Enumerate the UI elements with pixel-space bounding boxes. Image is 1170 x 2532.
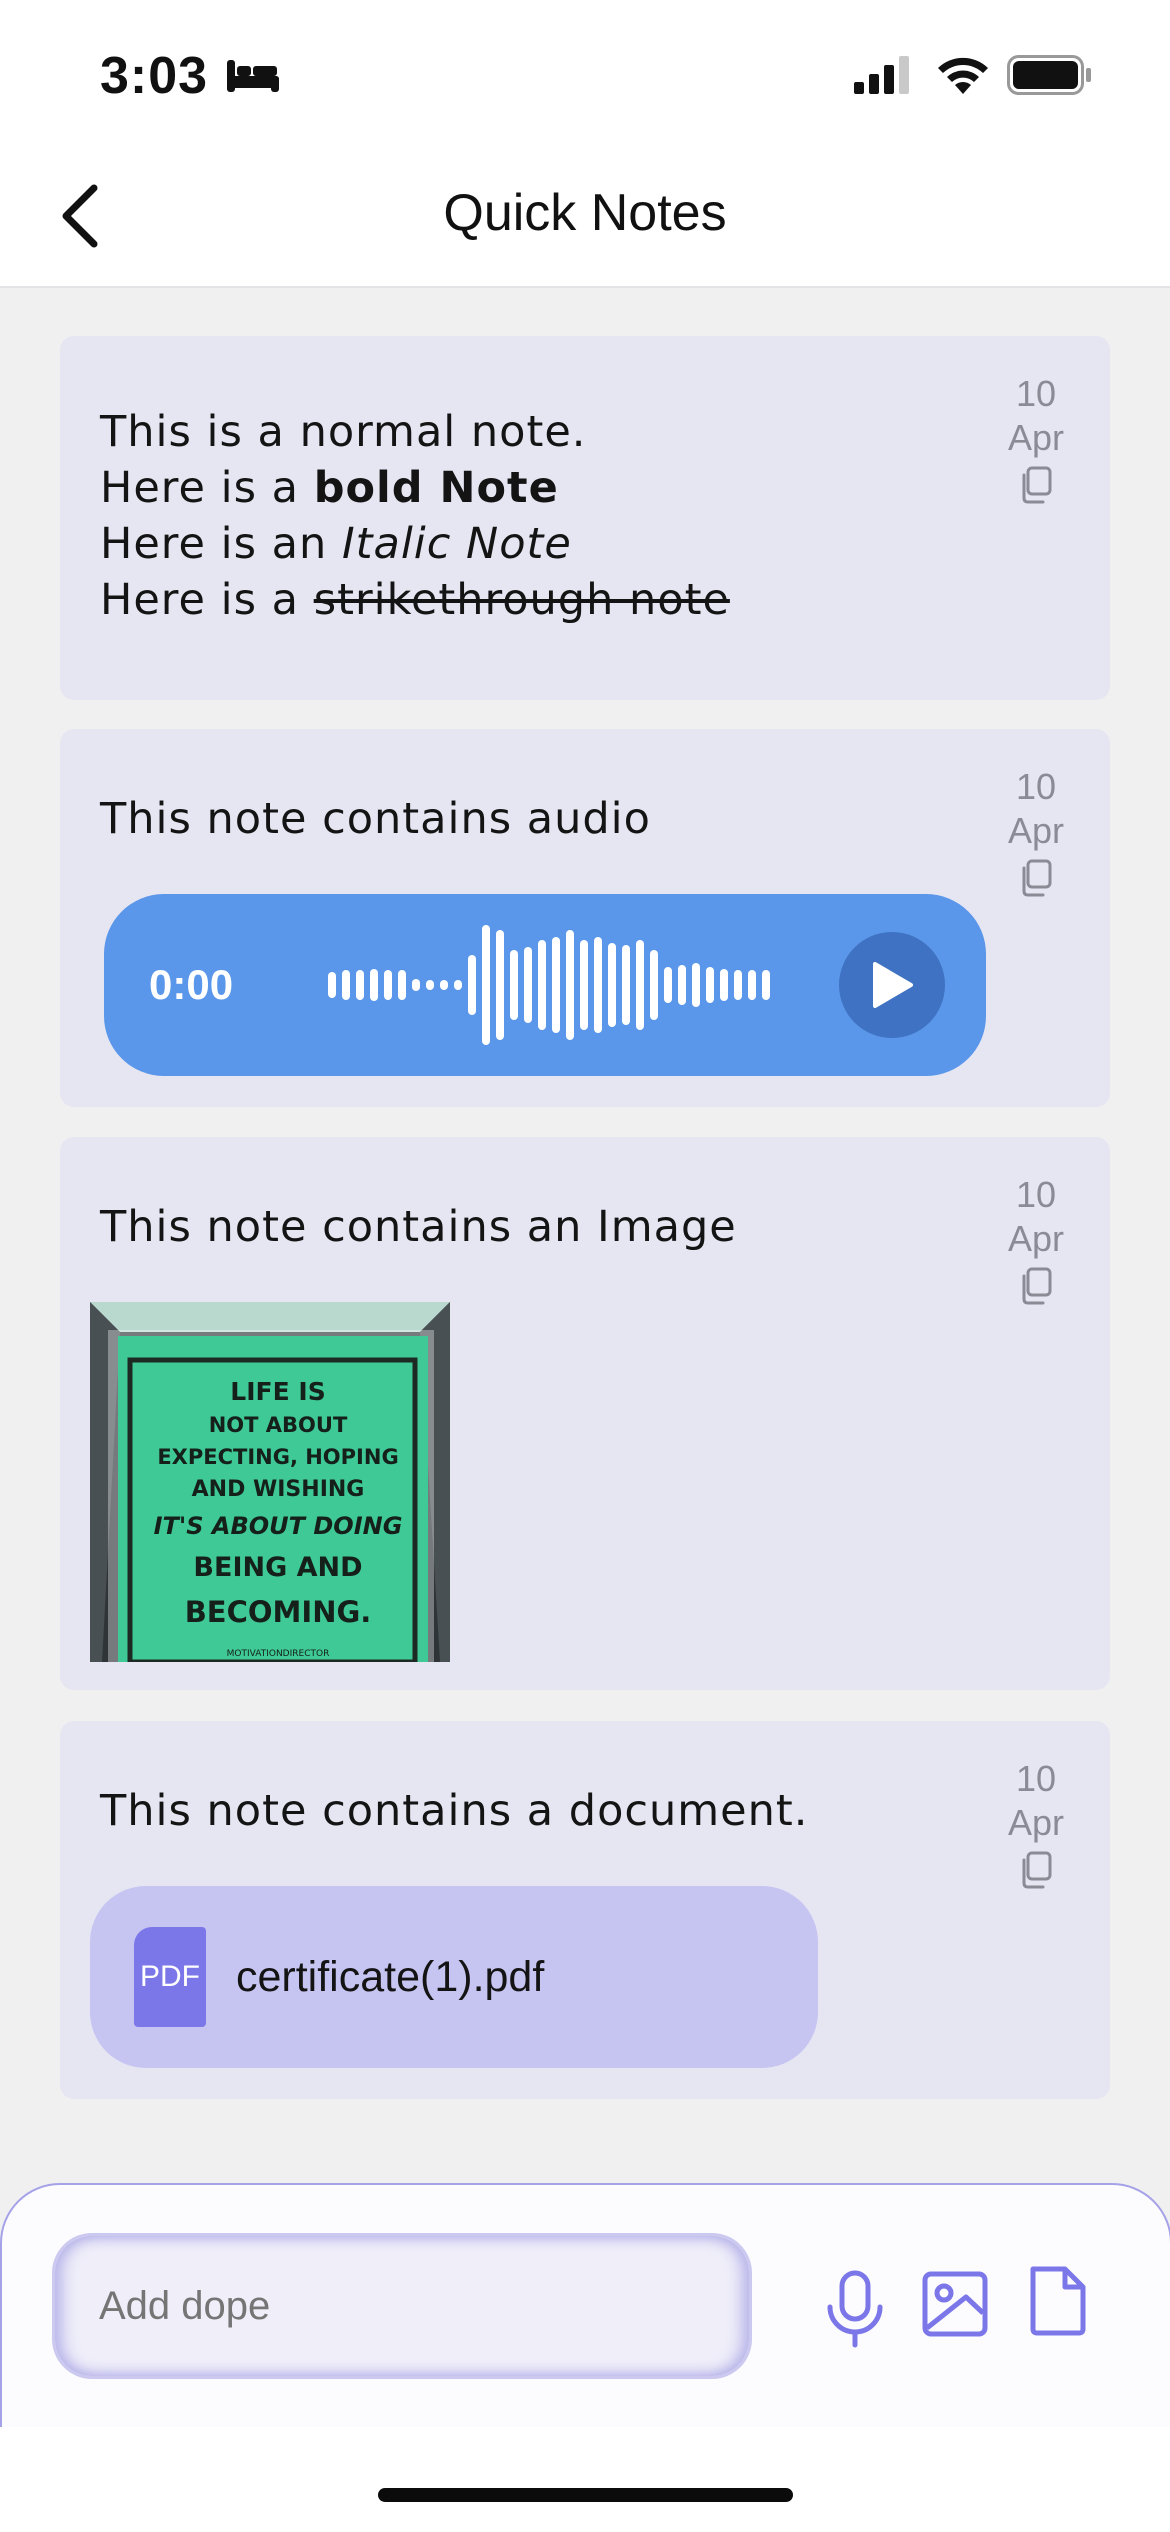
waveform-bar <box>496 930 504 1040</box>
status-time: 3:03 <box>100 47 209 105</box>
copy-icon[interactable] <box>1019 1851 1053 1889</box>
waveform-bar <box>748 970 756 1000</box>
waveform-bar <box>328 972 336 998</box>
play-button[interactable] <box>839 932 945 1038</box>
back-button[interactable] <box>40 176 120 256</box>
note-text: This note contains a document. <box>100 1786 809 1836</box>
waveform-bar <box>594 937 602 1033</box>
waveform-bar <box>412 979 420 991</box>
poster-line: NOT ABOUT <box>209 1413 348 1437</box>
waveform-bar <box>426 980 434 990</box>
document-filename: certificate(1).pdf <box>236 1953 545 2001</box>
note-date: 10 Apr <box>1000 1757 1072 1889</box>
note-date-day: 10 <box>1015 1758 1057 1799</box>
note-text: This note contains audio <box>100 794 651 844</box>
waveform-bar <box>524 947 532 1023</box>
note-card[interactable]: This note contains an Image 10 Apr LIFE … <box>60 1137 1110 1690</box>
document-attachment[interactable]: PDF certificate(1).pdf <box>90 1886 818 2068</box>
note-date-day: 10 <box>1015 373 1057 414</box>
waveform-bar <box>356 970 364 1000</box>
poster-line: IT'S ABOUT DOING <box>154 1512 403 1540</box>
chevron-left-icon <box>62 184 98 248</box>
document-icon[interactable] <box>1027 2265 1089 2337</box>
note-date-month: Apr <box>1007 1218 1065 1259</box>
audio-player[interactable]: 0:00 <box>104 894 986 1076</box>
status-bar: 3:03 <box>0 0 1170 150</box>
poster-line: BECOMING. <box>185 1595 372 1629</box>
image-icon[interactable] <box>922 2271 988 2337</box>
poster-credit: MOTIVATIONDIRECTOR <box>227 1649 330 1659</box>
waveform-bar <box>762 970 770 1000</box>
waveform-bar <box>580 940 588 1030</box>
poster-line: BEING AND <box>193 1552 362 1583</box>
waveform-bar <box>552 937 560 1033</box>
waveform-bar <box>370 969 378 1001</box>
waveform-bar <box>678 965 686 1005</box>
note-text: This is a normal note. Here is a bold No… <box>100 404 730 628</box>
waveform-bar <box>622 945 630 1025</box>
waveform-bar <box>398 970 406 1000</box>
note-date: 10 Apr <box>1000 765 1072 897</box>
waveform-bar <box>650 950 658 1020</box>
poster-line: LIFE IS <box>230 1377 325 1406</box>
home-indicator[interactable] <box>378 2488 793 2502</box>
waveform-bar <box>664 967 672 1003</box>
waveform-bar <box>636 940 644 1030</box>
microphone-icon[interactable] <box>820 2269 890 2349</box>
waveform-bar <box>566 930 574 1040</box>
note-text: This note contains an Image <box>100 1202 737 1252</box>
home-indicator-area <box>0 2427 1170 2532</box>
waveform-bar <box>692 963 700 1007</box>
play-icon <box>873 962 913 1008</box>
waveform-bar <box>440 980 448 990</box>
sleep-focus-icon <box>227 60 279 92</box>
note-date: 10 Apr <box>1000 372 1072 504</box>
note-date: 10 Apr <box>1000 1173 1072 1305</box>
waveform-bar <box>482 925 490 1045</box>
wifi-icon <box>938 57 988 94</box>
audio-waveform[interactable] <box>324 925 784 1045</box>
note-line-bold: Here is a bold Note <box>100 463 559 513</box>
note-date-day: 10 <box>1015 1174 1057 1215</box>
poster-line: AND WISHING <box>192 1477 365 1502</box>
note-date-month: Apr <box>1007 810 1065 851</box>
waveform-bar <box>342 970 350 1000</box>
note-date-month: Apr <box>1007 1802 1065 1843</box>
copy-icon[interactable] <box>1019 859 1053 897</box>
note-image[interactable]: LIFE IS NOT ABOUT EXPECTING, HOPING AND … <box>90 1302 450 1662</box>
waveform-bar <box>510 950 518 1020</box>
audio-time: 0:00 <box>149 961 234 1008</box>
note-composer <box>0 2183 1170 2429</box>
note-card[interactable]: This note contains audio 10 Apr 0:00 <box>60 729 1110 1107</box>
poster-line: EXPECTING, HOPING <box>157 1445 398 1469</box>
cellular-signal-icon <box>854 56 909 94</box>
waveform-bar <box>384 970 392 1000</box>
note-line-normal: This is a normal note. <box>100 407 587 457</box>
navigation-bar: Quick Notes <box>0 150 1170 288</box>
waveform-bar <box>734 970 742 1000</box>
waveform-bar <box>720 969 728 1001</box>
pdf-icon: PDF <box>134 1927 206 2027</box>
waveform-bar <box>538 940 546 1030</box>
waveform-bar <box>468 955 476 1015</box>
waveform-bar <box>454 980 462 990</box>
copy-icon[interactable] <box>1019 466 1053 504</box>
note-date-month: Apr <box>1007 417 1065 458</box>
note-date-day: 10 <box>1015 766 1057 807</box>
note-card[interactable]: This note contains a document. 10 Apr PD… <box>60 1721 1110 2099</box>
note-line-italic: Here is an Italic Note <box>100 519 572 569</box>
page-title: Quick Notes <box>443 184 727 242</box>
waveform-bar <box>608 943 616 1027</box>
waveform-bar <box>706 967 714 1003</box>
note-line-strikethrough: Here is a strikethrough note <box>100 575 730 625</box>
note-card[interactable]: This is a normal note. Here is a bold No… <box>60 336 1110 700</box>
note-input[interactable] <box>52 2233 752 2379</box>
battery-icon <box>1007 55 1091 95</box>
copy-icon[interactable] <box>1019 1267 1053 1305</box>
